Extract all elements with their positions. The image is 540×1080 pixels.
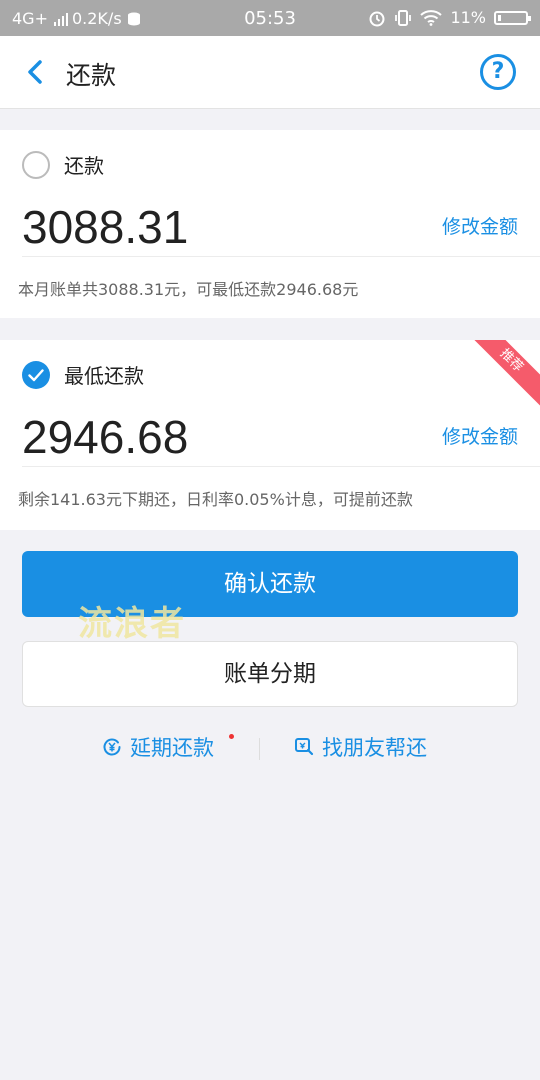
vibrate-icon — [395, 9, 412, 26]
radio-unchecked-icon[interactable] — [22, 150, 50, 179]
friend-help-link[interactable]: 找朋友帮还 — [294, 732, 427, 762]
minimum-repayment-amount: 2946.68 — [22, 411, 189, 463]
recommend-badge: 推荐 — [464, 340, 540, 408]
minimum-repayment-note: 剩余141.63元下期还，日利率0.05%计息，可提前还款 — [18, 490, 413, 509]
battery-level-fill — [498, 14, 501, 21]
modify-amount-link[interactable]: 修改金额 — [442, 422, 518, 449]
secondary-links: 延期还款 找朋友帮还 — [0, 728, 540, 764]
full-repayment-option[interactable]: 还款 — [22, 150, 104, 179]
modify-amount-link[interactable]: 修改金额 — [442, 212, 518, 239]
radio-checked-icon[interactable] — [22, 360, 50, 389]
divider — [22, 466, 540, 467]
help-icon[interactable]: ? — [480, 54, 516, 90]
wifi-icon — [420, 9, 443, 26]
full-repayment-label: 还款 — [64, 154, 104, 178]
page-title: 还款 — [66, 61, 117, 90]
battery-icon — [494, 10, 531, 25]
status-right: 11% — [368, 8, 531, 27]
full-repayment-amount: 3088.31 — [22, 201, 189, 253]
full-repayment-card[interactable]: 还款 3088.31 修改金额 本月账单共3088.31元，可最低还款2946.… — [0, 130, 540, 318]
minimum-repayment-option[interactable]: 最低还款 — [22, 360, 144, 389]
minimum-repayment-card[interactable]: 推荐 最低还款 2946.68 修改金额 剩余141.63元下期还，日利率0.0… — [0, 340, 540, 530]
link-separator — [259, 738, 260, 760]
nav-bar: 还款 ? — [0, 36, 540, 109]
full-repayment-note: 本月账单共3088.31元，可最低还款2946.68元 — [18, 280, 359, 299]
alarm-icon — [369, 11, 385, 26]
yen-clock-icon — [103, 738, 121, 756]
back-arrow-icon[interactable] — [20, 54, 50, 90]
status-bar: 4G+ 0.2K/s 05:53 11% — [0, 0, 540, 36]
divider — [22, 256, 540, 257]
watermark-text: 流浪者 — [78, 604, 186, 644]
bill-installment-button[interactable]: 账单分期 — [22, 641, 518, 707]
defer-repayment-link[interactable]: 延期还款 — [102, 732, 214, 762]
friend-pay-icon — [295, 738, 314, 756]
defer-repayment-label: 延期还款 — [130, 736, 214, 760]
friend-help-label: 找朋友帮还 — [322, 736, 427, 760]
battery-percent: 11% — [450, 8, 486, 27]
new-indicator-dot — [229, 734, 234, 739]
minimum-repayment-label: 最低还款 — [64, 364, 144, 388]
